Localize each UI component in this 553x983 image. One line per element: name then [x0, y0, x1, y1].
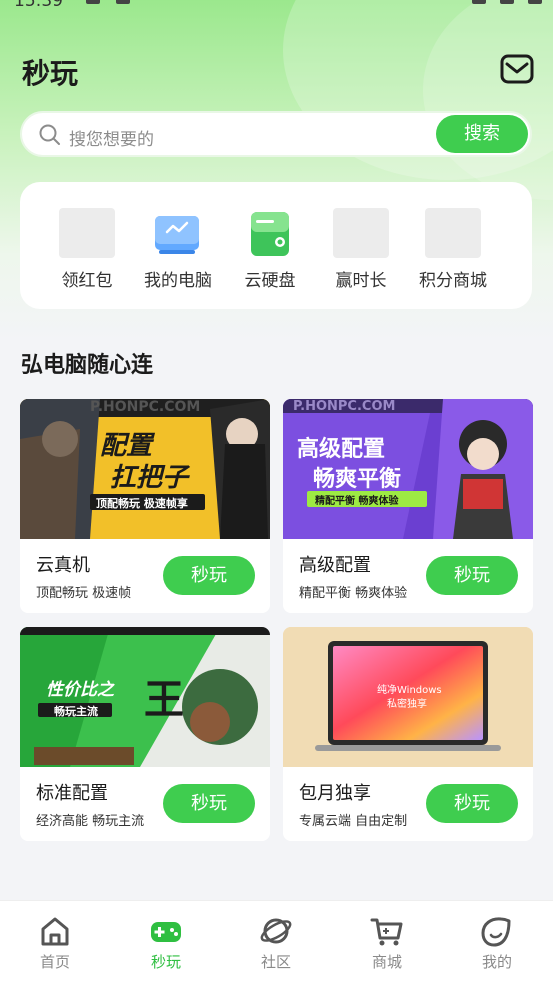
search-icon — [38, 123, 62, 147]
play-now-button[interactable]: 秒玩 — [163, 784, 255, 823]
banner-watermark: P.HONPC.COM — [90, 399, 201, 415]
quick-action-earn-time[interactable]: 赢时长 — [320, 208, 402, 291]
red-packet-icon — [59, 208, 115, 258]
banner-headline: 性价比之 — [46, 680, 114, 700]
plan-card-advanced[interactable]: 高级配置 畅爽平衡 精配平衡 畅爽体验 P.HONPC.COM 高级配置 精配平… — [283, 399, 533, 613]
plan-card-cloud-phone[interactable]: 配置 扛把子 顶配畅玩 极速帧享 P.HONPC.COM 云真机 顶配畅玩 极速… — [20, 399, 270, 613]
banner-headline: 王 — [144, 677, 184, 723]
plan-banner: 高级配置 畅爽平衡 精配平衡 畅爽体验 P.HONPC.COM — [283, 399, 533, 539]
cloud-disk-icon — [242, 208, 298, 258]
signal-icon — [472, 0, 486, 4]
bottom-tab-bar: 首页 秒玩 社区 商城 我的 — [0, 900, 553, 983]
quick-action-label: 云硬盘 — [244, 271, 296, 291]
quick-action-label: 领红包 — [61, 271, 113, 291]
banner-watermark: P.HONPC.COM — [293, 399, 396, 414]
computer-icon — [150, 208, 206, 258]
plan-card-monthly[interactable]: 纯净Windows 私密独享 包月独享 专属云端 自由定制 秒玩 — [283, 627, 533, 841]
status-time: 15:39 — [14, 0, 63, 11]
plan-banner: 配置 扛把子 顶配畅玩 极速帧享 P.HONPC.COM — [20, 399, 270, 539]
tab-community[interactable]: 社区 — [236, 913, 316, 972]
plan-banner: 纯净Windows 私密独享 — [283, 627, 533, 767]
plan-description: 顶配畅玩 极速帧 — [36, 586, 132, 601]
plan-name: 云真机 — [36, 555, 90, 576]
tab-home[interactable]: 首页 — [15, 913, 95, 972]
notification-icon — [116, 0, 130, 4]
banner-tagline: 顶配畅玩 极速帧享 — [96, 497, 188, 510]
cart-icon — [369, 913, 405, 949]
quick-action-label: 我的电脑 — [144, 271, 212, 291]
battery-icon — [528, 0, 542, 4]
earn-time-icon — [333, 208, 389, 258]
profile-icon — [479, 913, 515, 949]
planet-icon — [258, 913, 294, 949]
home-icon — [37, 913, 73, 949]
search-input[interactable]: 搜您想要的 — [69, 125, 154, 150]
plan-banner: 性价比之 王 畅玩主流 — [20, 627, 270, 767]
plan-name: 标准配置 — [36, 783, 108, 804]
search-bar[interactable]: 搜您想要的 搜索 — [20, 111, 532, 157]
quick-action-label: 赢时长 — [335, 271, 387, 291]
plan-name: 高级配置 — [299, 555, 371, 576]
quick-action-red-packet[interactable]: 领红包 — [46, 208, 128, 291]
section-title: 弘电脑随心连 — [21, 353, 154, 378]
notification-icon — [86, 0, 100, 4]
banner-headline: 私密独享 — [387, 699, 427, 710]
banner-headline: 高级配置 — [297, 437, 386, 462]
mail-icon[interactable] — [500, 54, 534, 84]
quick-action-label: 积分商城 — [419, 271, 487, 291]
search-button[interactable]: 搜索 — [436, 115, 528, 153]
points-mall-icon — [425, 208, 481, 258]
quick-action-my-computer[interactable]: 我的电脑 — [137, 208, 219, 291]
tab-label: 商城 — [371, 953, 402, 971]
plan-name: 包月独享 — [299, 783, 371, 804]
tab-label: 秒玩 — [150, 953, 181, 971]
tab-label: 社区 — [260, 953, 291, 971]
plan-description: 精配平衡 畅爽体验 — [299, 586, 408, 601]
status-bar: 15:39 — [0, 0, 553, 11]
quick-actions-card: 领红包 我的电脑 云硬盘 赢时长 积分商城 — [20, 182, 532, 309]
tab-play[interactable]: 秒玩 — [126, 913, 206, 972]
banner-headline: 畅爽平衡 — [313, 467, 402, 492]
banner-headline: 纯净Windows — [377, 685, 442, 696]
tab-profile[interactable]: 我的 — [457, 913, 537, 972]
plan-description: 专属云端 自由定制 — [299, 814, 408, 829]
page-title: 秒玩 — [22, 57, 79, 90]
tab-label: 首页 — [39, 953, 70, 971]
quick-action-points-mall[interactable]: 积分商城 — [412, 208, 494, 291]
banner-headline: 扛把子 — [110, 463, 189, 493]
quick-action-cloud-disk[interactable]: 云硬盘 — [229, 208, 311, 291]
wifi-icon — [500, 0, 514, 4]
banner-tagline: 精配平衡 畅爽体验 — [315, 496, 399, 507]
play-now-button[interactable]: 秒玩 — [426, 784, 518, 823]
tab-store[interactable]: 商城 — [347, 913, 427, 972]
gamepad-icon — [148, 913, 184, 949]
banner-tagline: 畅玩主流 — [54, 705, 98, 718]
plan-card-standard[interactable]: 性价比之 王 畅玩主流 标准配置 经济高能 畅玩主流 秒玩 — [20, 627, 270, 841]
plan-description: 经济高能 畅玩主流 — [36, 814, 145, 829]
play-now-button[interactable]: 秒玩 — [426, 556, 518, 595]
tab-label: 我的 — [481, 953, 512, 971]
play-now-button[interactable]: 秒玩 — [163, 556, 255, 595]
